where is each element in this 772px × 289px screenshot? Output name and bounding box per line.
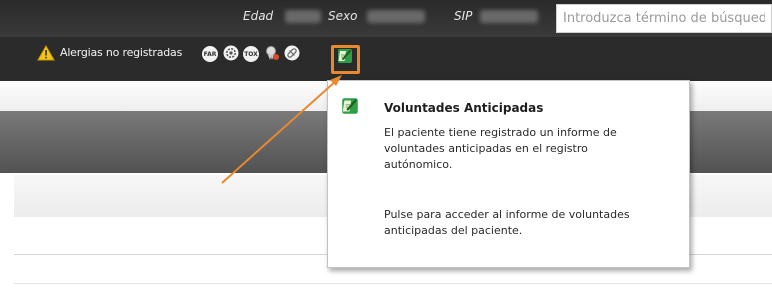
age-label: Edad [243,9,274,23]
allergies-not-registered-link[interactable]: Alergias no registradas [60,46,182,59]
far-icon[interactable]: FAR [202,46,218,62]
sex-label: Sexo [328,9,358,23]
search-box[interactable] [556,4,772,33]
search-input[interactable] [557,5,771,32]
tox-icon[interactable]: TOX [243,46,259,62]
patient-alerts-bar: Alergias no registradas FAR TOX [0,37,772,83]
age-value-redacted [285,10,321,23]
medal-icon[interactable] [263,44,281,62]
sip-label: SIP [454,9,473,23]
sex-value-redacted [367,10,425,23]
sip-value-redacted [480,10,538,23]
advance-directives-tooltip: Voluntades Anticipadas El paciente tiene… [327,80,690,268]
pill-icon[interactable] [283,44,301,62]
advance-directives-icon [340,96,360,120]
settings-gear-icon[interactable] [222,44,240,62]
warning-icon [37,44,55,65]
tooltip-description: El paciente tiene registrado un informe … [384,126,617,171]
patient-header-bar: Edad Sexo SIP [0,0,772,37]
divider [14,283,772,284]
tooltip-title: Voluntades Anticipadas [384,101,544,115]
tooltip-instruction: Pulse para acceder al informe de volunta… [384,208,630,237]
advance-directives-icon-highlight [331,45,360,74]
